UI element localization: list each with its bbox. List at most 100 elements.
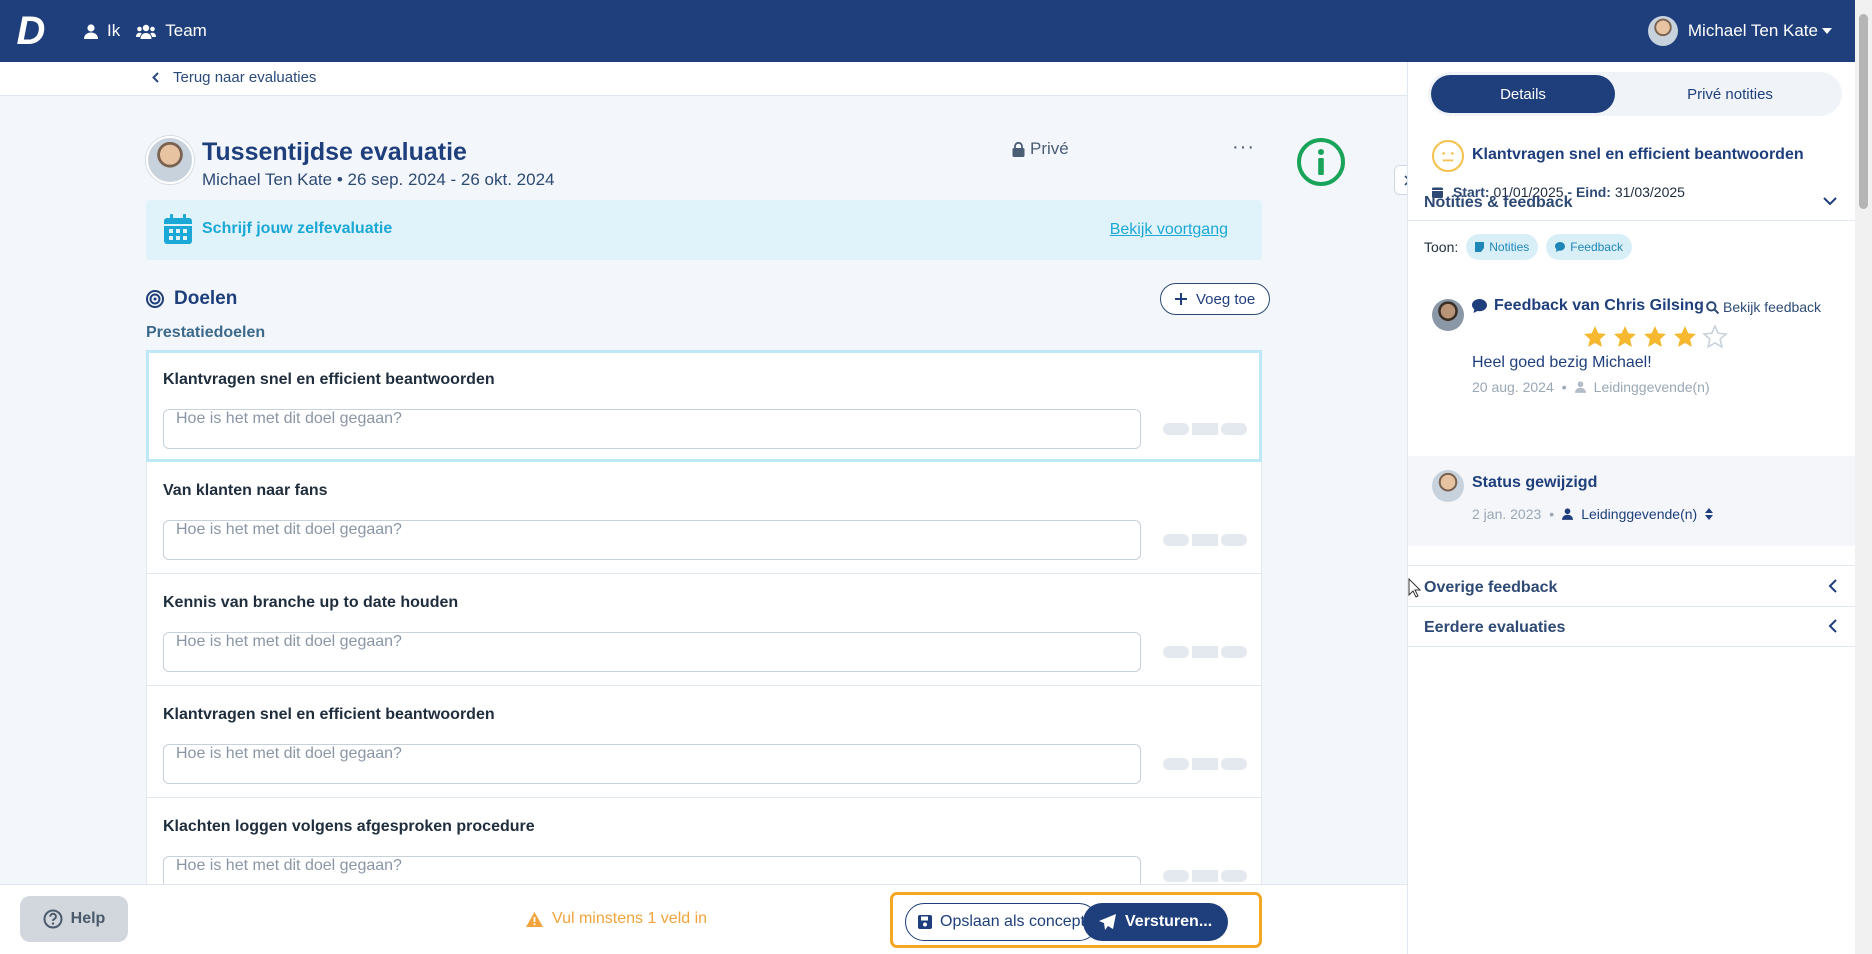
separator: • bbox=[1561, 379, 1567, 395]
end-label: - Eind: bbox=[1567, 184, 1611, 200]
info-icon[interactable] bbox=[1297, 138, 1345, 186]
goals-title: Doelen bbox=[174, 288, 238, 309]
evaluation-header: Tussentijdse evaluatie Michael Ten Kate … bbox=[146, 136, 1266, 196]
view-feedback-label: Bekijk feedback bbox=[1723, 299, 1822, 315]
notes-feedback-title[interactable]: Notities & feedback bbox=[1424, 194, 1572, 212]
other-feedback-header[interactable]: Overige feedback bbox=[1424, 579, 1557, 597]
privacy-toggle[interactable]: Privé bbox=[1012, 139, 1069, 159]
goal-comment-input[interactable] bbox=[163, 520, 1141, 560]
goal-row: Van klanten naar fans bbox=[146, 462, 1262, 574]
status-date: 2 jan. 2023 bbox=[1472, 506, 1542, 522]
details-sidebar: Details Privé notities Klantvragen snel … bbox=[1407, 62, 1856, 954]
chip-label: Notities bbox=[1489, 240, 1530, 254]
top-navigation: D Ik Team Michael Ten Kate bbox=[0, 0, 1872, 62]
target-icon bbox=[146, 290, 164, 308]
save-icon bbox=[918, 915, 932, 929]
feedback-audience: Leidinggevende(n) bbox=[1593, 379, 1710, 395]
page-title: Tussentijdse evaluatie bbox=[202, 138, 467, 166]
lock-icon bbox=[1012, 141, 1025, 157]
back-link[interactable]: Terug naar evaluaties bbox=[152, 69, 316, 86]
goal-comment-input[interactable] bbox=[163, 856, 1141, 884]
avatar bbox=[1432, 470, 1464, 502]
goal-rating[interactable] bbox=[1163, 646, 1247, 658]
app-logo[interactable]: D bbox=[0, 0, 62, 62]
goal-rating[interactable] bbox=[1163, 870, 1247, 882]
avatar bbox=[1647, 16, 1678, 46]
chip-label: Feedback bbox=[1570, 240, 1623, 254]
nav-item-label: Team bbox=[165, 21, 207, 40]
status-change-item: Status gewijzigd 2 jan. 2023 • Leidingge… bbox=[1408, 456, 1856, 546]
feedback-date: 20 aug. 2024 bbox=[1472, 379, 1554, 395]
divider bbox=[1408, 565, 1856, 566]
user-icon bbox=[84, 23, 98, 39]
comment-icon bbox=[1555, 242, 1566, 252]
nav-item-team[interactable]: Team bbox=[128, 0, 215, 62]
goal-comment-input[interactable] bbox=[163, 744, 1141, 784]
status-audience-select[interactable]: Leidinggevende(n) bbox=[1581, 506, 1697, 522]
send-button[interactable]: Versturen... bbox=[1083, 903, 1229, 941]
calendar-icon bbox=[164, 214, 192, 244]
tab-details[interactable]: Details bbox=[1431, 75, 1615, 113]
chevron-left-icon[interactable] bbox=[1828, 579, 1837, 593]
goals-list: Klantvragen snel en efficient beantwoord… bbox=[146, 350, 1262, 884]
divider bbox=[1408, 220, 1856, 221]
star-filled-icon bbox=[1644, 326, 1666, 347]
goal-comment-input[interactable] bbox=[163, 632, 1141, 672]
user-icon bbox=[1574, 381, 1586, 393]
goal-row: Klantvragen snel en efficient beantwoord… bbox=[146, 350, 1262, 462]
help-button[interactable]: Help bbox=[20, 896, 128, 942]
goal-name: Kennis van branche up to date houden bbox=[163, 594, 459, 611]
end-date: 31/03/2025 bbox=[1614, 184, 1685, 200]
add-goal-button[interactable]: Voeg toe bbox=[1160, 283, 1271, 315]
divider bbox=[1408, 606, 1856, 607]
validation-warning: Vul minstens 1 veld in bbox=[526, 910, 707, 928]
action-buttons-group: Opslaan als concept Versturen... bbox=[890, 892, 1262, 948]
star-filled-icon bbox=[1584, 326, 1606, 347]
view-progress-link[interactable]: Bekijk voortgang bbox=[1110, 221, 1228, 239]
sort-icon[interactable] bbox=[1705, 508, 1714, 520]
goal-rating[interactable] bbox=[1163, 758, 1247, 770]
goal-rating[interactable] bbox=[1163, 534, 1247, 546]
view-feedback-link[interactable]: Bekijk feedback bbox=[1706, 299, 1821, 315]
goal-name: Van klanten naar fans bbox=[163, 482, 328, 499]
performance-goals-label: Prestatiedoelen bbox=[146, 324, 266, 341]
filter-notes-chip[interactable]: Notities bbox=[1466, 234, 1539, 260]
goal-rating[interactable] bbox=[1163, 423, 1247, 435]
evaluation-subtitle: Michael Ten Kate • 26 sep. 2024 - 26 okt… bbox=[202, 170, 555, 189]
sidebar-tabs: Details Privé notities bbox=[1428, 72, 1842, 116]
status-meta: 2 jan. 2023 • Leidinggevende(n) bbox=[1472, 506, 1714, 522]
user-menu[interactable]: Michael Ten Kate bbox=[1647, 0, 1832, 62]
goal-name: Klantvragen snel en efficient beantwoord… bbox=[163, 371, 495, 388]
caret-down-icon bbox=[1822, 28, 1832, 34]
star-filled-icon bbox=[1614, 326, 1636, 347]
feedback-text: Heel goed bezig Michael! bbox=[1472, 354, 1652, 371]
tab-private-notes[interactable]: Privé notities bbox=[1638, 75, 1822, 113]
goal-comment-input[interactable] bbox=[163, 409, 1141, 449]
goal-row: Klachten loggen volgens afgesproken proc… bbox=[146, 798, 1262, 884]
self-evaluation-banner: Schrijf jouw zelfevaluatie Bekijk voortg… bbox=[146, 200, 1262, 260]
chevron-down-icon[interactable] bbox=[1823, 197, 1837, 206]
more-options-button[interactable]: ··· bbox=[1232, 136, 1255, 159]
team-icon bbox=[136, 24, 157, 39]
paper-plane-icon bbox=[1099, 914, 1116, 930]
filter-feedback-chip[interactable]: Feedback bbox=[1546, 234, 1632, 260]
feedback-title-row: Feedback van Chris Gilsing bbox=[1472, 297, 1704, 315]
add-goal-label: Voeg toe bbox=[1196, 290, 1256, 308]
page-scrollbar[interactable] bbox=[1855, 0, 1872, 954]
star-filled-icon bbox=[1674, 326, 1696, 347]
scroll-thumb[interactable] bbox=[1859, 14, 1868, 209]
help-label: Help bbox=[70, 910, 106, 927]
back-link-label: Terug naar evaluaties bbox=[173, 69, 317, 86]
status-title: Status gewijzigd bbox=[1472, 474, 1598, 491]
chevron-left-icon[interactable] bbox=[1828, 619, 1837, 633]
divider bbox=[1408, 646, 1856, 647]
previous-evaluations-header[interactable]: Eerdere evaluaties bbox=[1424, 619, 1565, 637]
star-rating bbox=[1582, 325, 1728, 349]
nav-item-ik[interactable]: Ik bbox=[76, 0, 128, 62]
save-draft-button[interactable]: Opslaan als concept bbox=[905, 903, 1098, 941]
user-name: Michael Ten Kate bbox=[1687, 21, 1818, 40]
collapse-sidebar-button[interactable] bbox=[1394, 165, 1407, 195]
breadcrumb: Terug naar evaluaties bbox=[0, 62, 1407, 96]
save-draft-label: Opslaan als concept bbox=[940, 913, 1085, 930]
avatar bbox=[146, 136, 194, 184]
